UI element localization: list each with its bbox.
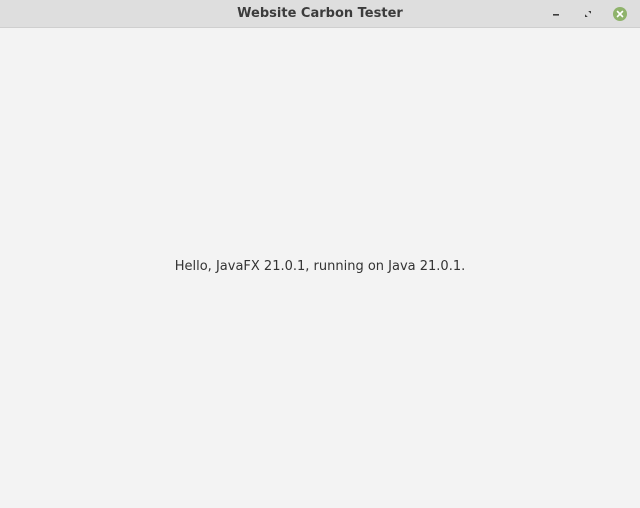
window-titlebar[interactable]: Website Carbon Tester <box>0 0 640 28</box>
close-button[interactable] <box>612 6 628 22</box>
maximize-icon <box>583 9 593 19</box>
maximize-button[interactable] <box>580 6 596 22</box>
main-content: Hello, JavaFX 21.0.1, running on Java 21… <box>0 28 640 508</box>
window-title: Website Carbon Tester <box>237 6 403 21</box>
minimize-icon <box>551 9 561 19</box>
close-icon <box>612 6 628 22</box>
app-window: Website Carbon Tester Hello, JavaFX 21.0… <box>0 0 640 508</box>
hello-label: Hello, JavaFX 21.0.1, running on Java 21… <box>174 259 466 274</box>
window-controls <box>548 0 628 28</box>
minimize-button[interactable] <box>548 6 564 22</box>
